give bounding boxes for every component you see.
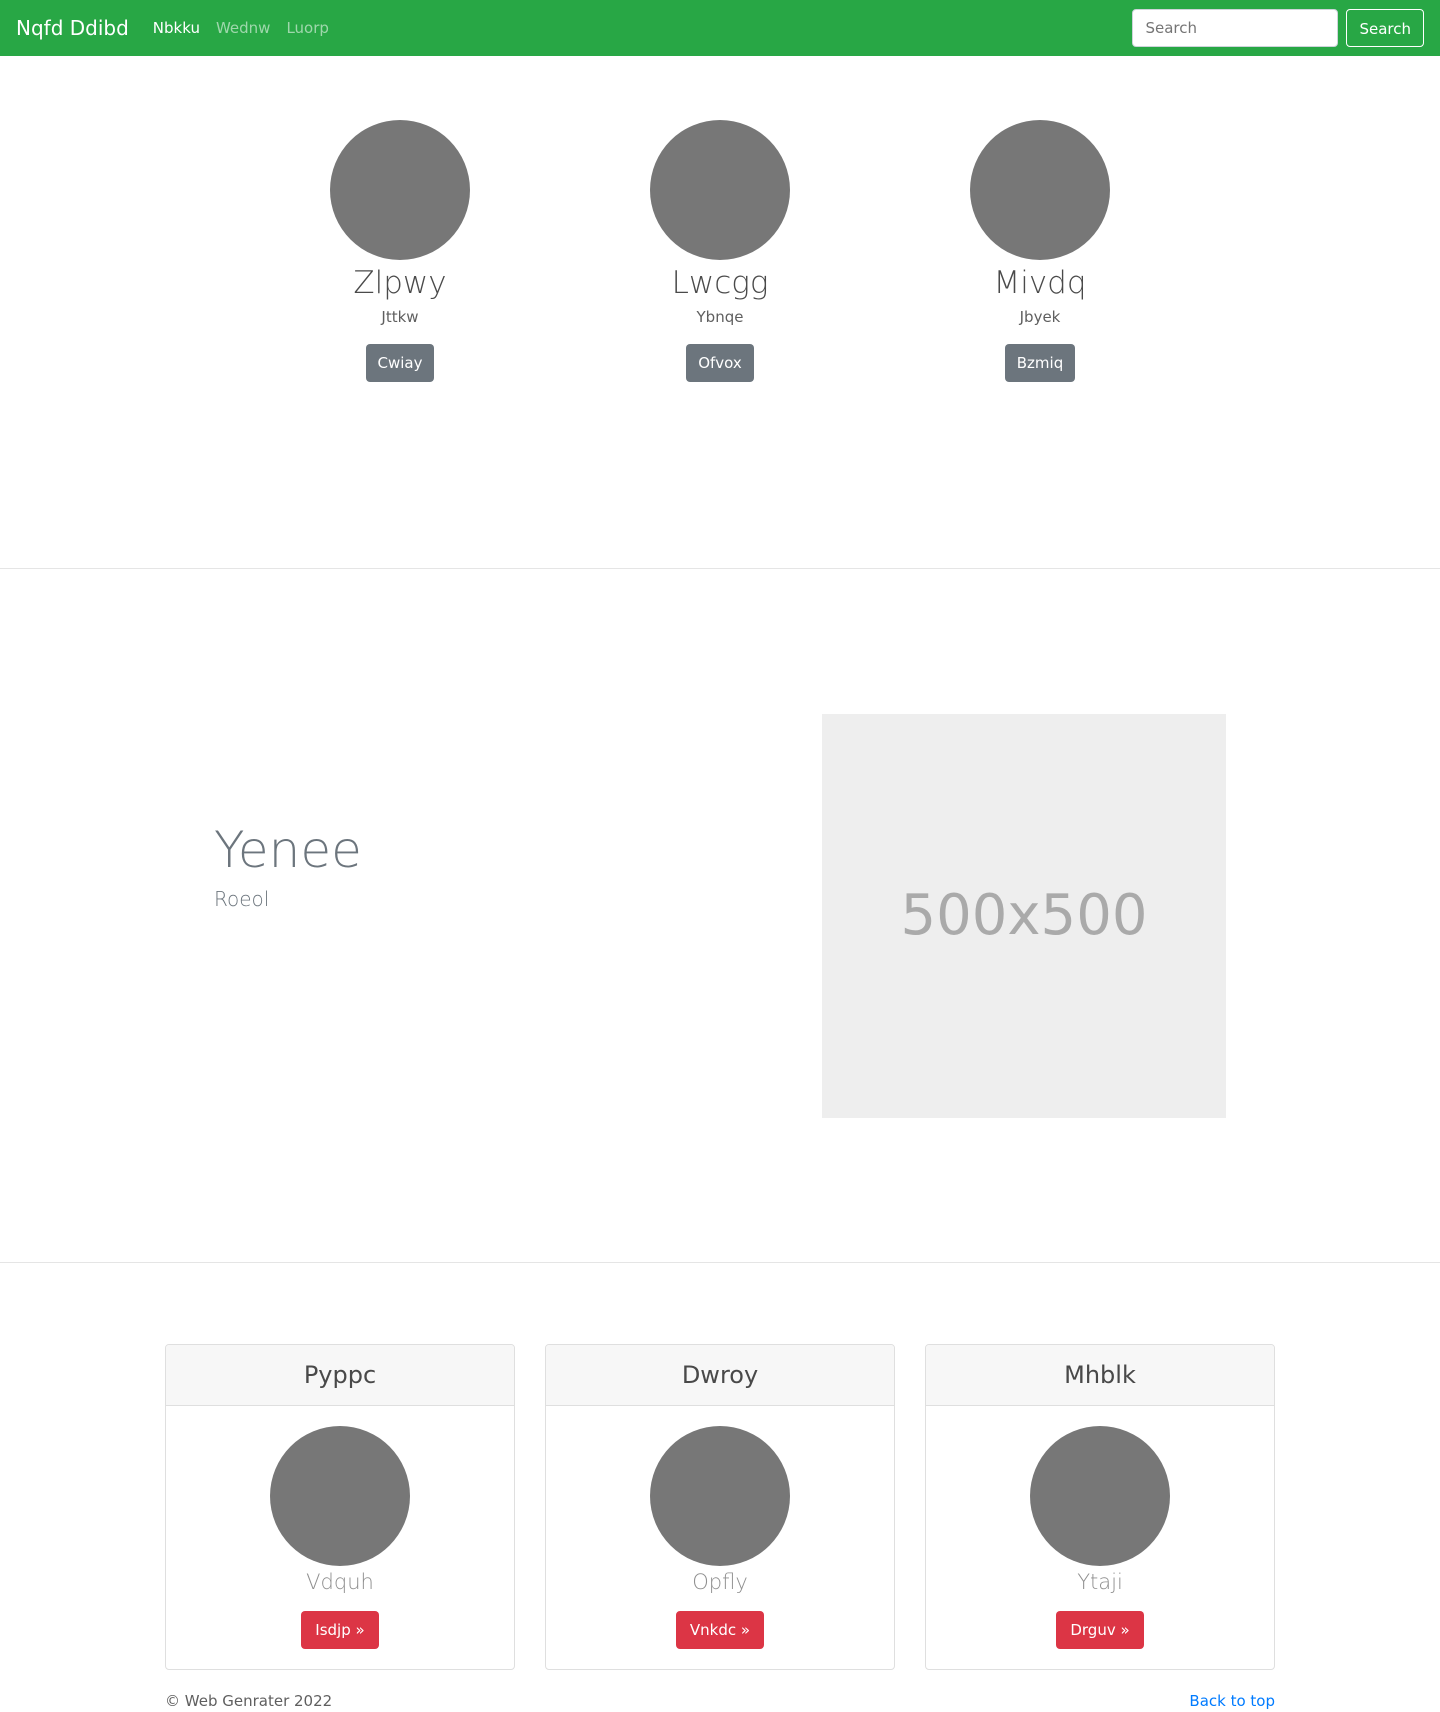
team-member-card: Mivdq Jbyek Bzmiq bbox=[880, 120, 1200, 382]
card-name: Opfly bbox=[692, 1570, 748, 1594]
team-section: Zlpwy Jttkw Cwiay Lwcgg Ybnqe Ofvox Mivd… bbox=[0, 56, 1440, 569]
card-action-button[interactable]: Drguv » bbox=[1056, 1611, 1144, 1650]
team-member-name: Mivdq bbox=[993, 265, 1087, 301]
card-name: Vdquh bbox=[306, 1570, 374, 1594]
avatar bbox=[650, 120, 790, 260]
avatar bbox=[1030, 1426, 1170, 1566]
nav-link-luorp[interactable]: Luorp bbox=[286, 19, 328, 37]
card-body: Vdquh Isdjp » bbox=[166, 1406, 514, 1650]
team-member-role: Jttkw bbox=[381, 307, 419, 326]
placeholder-label: 500x500 bbox=[900, 883, 1148, 948]
profile-card: Pyppc Vdquh Isdjp » bbox=[165, 1344, 515, 1670]
team-member-role: Ybnqe bbox=[696, 307, 744, 326]
avatar bbox=[330, 120, 470, 260]
page-footer: © Web Genrater 2022 Back to top bbox=[165, 1690, 1275, 1712]
search-button[interactable]: Search bbox=[1346, 9, 1424, 47]
navbar-left: Nqfd Ddibd Nbkku Wednw Luorp bbox=[16, 18, 329, 38]
feature-heading: Yenee bbox=[214, 821, 362, 879]
avatar bbox=[270, 1426, 410, 1566]
nav-links: Nbkku Wednw Luorp bbox=[153, 19, 329, 37]
back-to-top-link[interactable]: Back to top bbox=[1189, 1692, 1275, 1710]
avatar bbox=[650, 1426, 790, 1566]
feature-subtitle: Roeol bbox=[214, 886, 270, 911]
card-action-button[interactable]: Isdjp » bbox=[301, 1611, 379, 1650]
team-member-button[interactable]: Ofvox bbox=[686, 343, 754, 382]
team-member-card: Lwcgg Ybnqe Ofvox bbox=[560, 120, 880, 382]
brand-link[interactable]: Nqfd Ddibd bbox=[16, 18, 129, 38]
card-header: Dwroy bbox=[546, 1345, 894, 1406]
feature-text: Yenee Roeol bbox=[214, 824, 362, 911]
feature-section: Yenee Roeol 500x500 bbox=[0, 569, 1440, 1263]
search-input[interactable] bbox=[1132, 9, 1339, 47]
team-member-name: Lwcgg bbox=[671, 265, 769, 301]
card-header: Pyppc bbox=[166, 1345, 514, 1406]
card-grid: Pyppc Vdquh Isdjp » Dwroy Opfly Vnkdc » … bbox=[165, 1344, 1275, 1670]
team-member-button[interactable]: Bzmiq bbox=[1004, 343, 1076, 382]
team-grid: Zlpwy Jttkw Cwiay Lwcgg Ybnqe Ofvox Mivd… bbox=[240, 120, 1200, 382]
team-member-button[interactable]: Cwiay bbox=[365, 343, 435, 382]
placeholder-image: 500x500 bbox=[822, 714, 1226, 1118]
card-name: Ytaji bbox=[1077, 1570, 1123, 1594]
search-form: Search bbox=[1132, 9, 1424, 47]
nav-link-nbkku[interactable]: Nbkku bbox=[153, 19, 200, 37]
copyright-text: © Web Genrater 2022 bbox=[165, 1692, 333, 1710]
profile-card: Dwroy Opfly Vnkdc » bbox=[545, 1344, 895, 1670]
avatar bbox=[970, 120, 1110, 260]
card-header: Mhblk bbox=[926, 1345, 1274, 1406]
profile-card: Mhblk Ytaji Drguv » bbox=[925, 1344, 1275, 1670]
cards-section: Pyppc Vdquh Isdjp » Dwroy Opfly Vnkdc » … bbox=[0, 1263, 1440, 1712]
card-action-button[interactable]: Vnkdc » bbox=[675, 1611, 765, 1650]
team-member-name: Zlpwy bbox=[353, 265, 447, 301]
card-body: Opfly Vnkdc » bbox=[546, 1406, 894, 1650]
nav-link-wednw[interactable]: Wednw bbox=[216, 19, 270, 37]
team-member-role: Jbyek bbox=[1019, 307, 1061, 326]
top-navbar: Nqfd Ddibd Nbkku Wednw Luorp Search bbox=[0, 0, 1440, 56]
team-member-card: Zlpwy Jttkw Cwiay bbox=[240, 120, 560, 382]
card-body: Ytaji Drguv » bbox=[926, 1406, 1274, 1650]
